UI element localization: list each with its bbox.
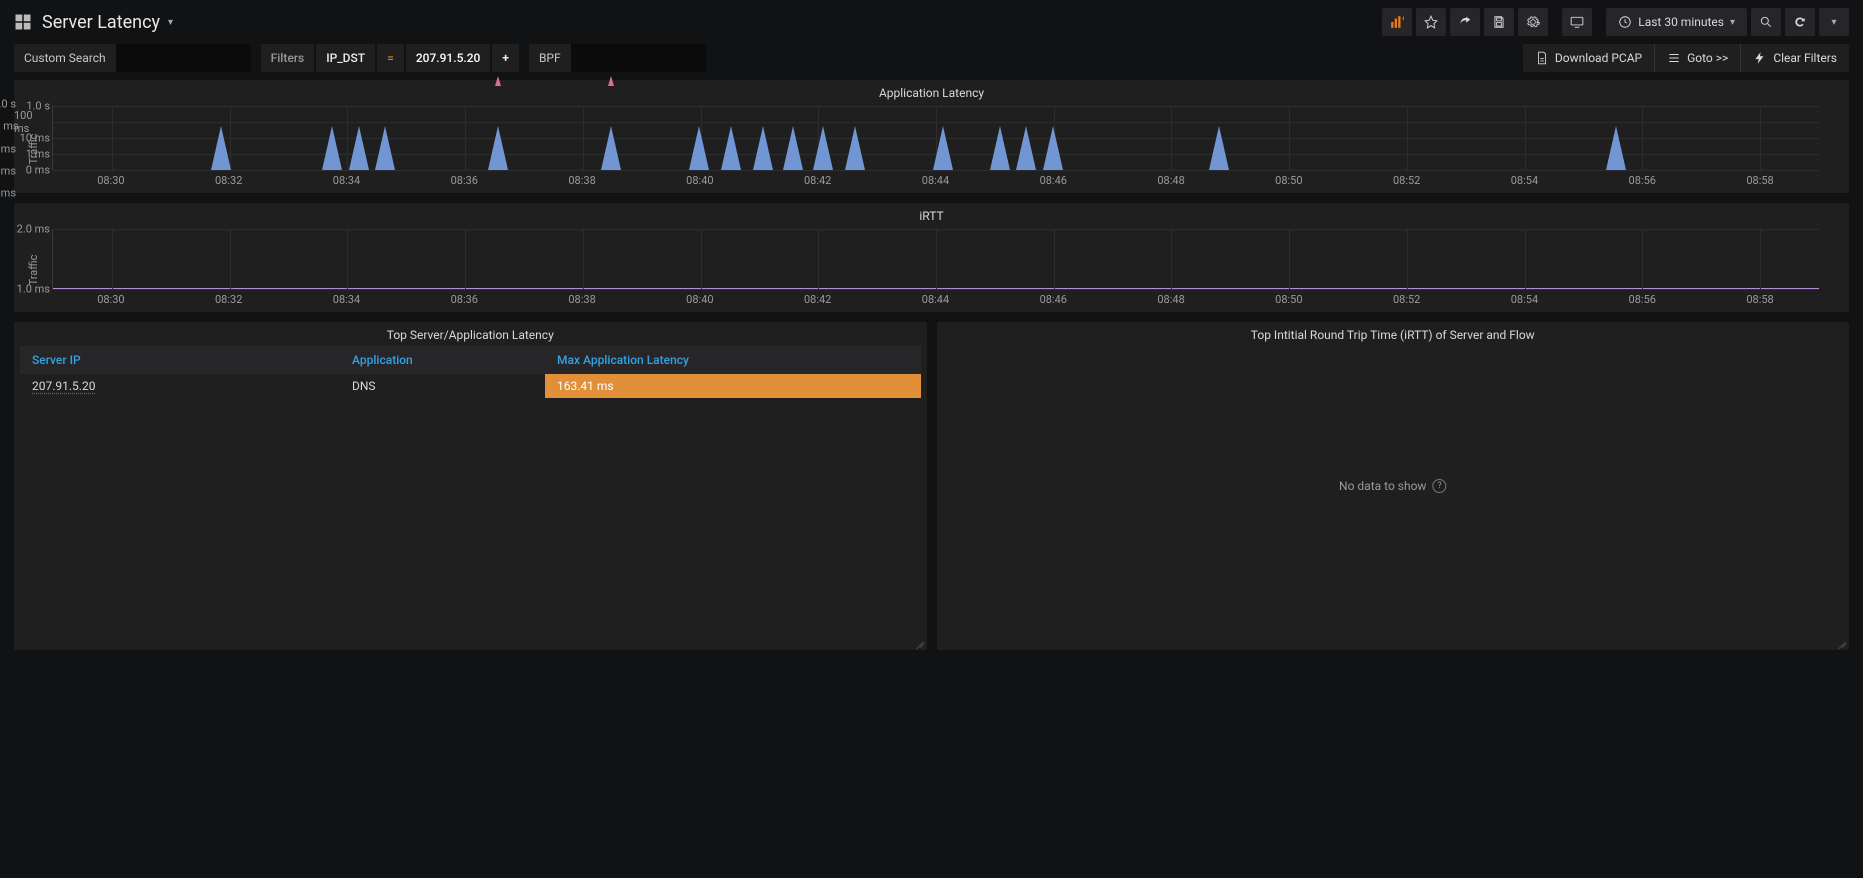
dashboard-title: Server Latency [42, 12, 160, 33]
star-button[interactable] [1416, 8, 1446, 36]
monitor-icon [1570, 15, 1584, 29]
bar-chart-plus-icon: + [1390, 15, 1404, 29]
goto-label: Goto >> [1687, 51, 1728, 65]
filters-label: Filters [261, 44, 315, 72]
filter-actions: Download PCAP Goto >> Clear Filters [1523, 44, 1849, 72]
bottom-panels-row: Top Server/Application Latency Server IP… [14, 322, 1849, 650]
resize-handle[interactable] [1837, 638, 1847, 648]
save-button[interactable] [1484, 8, 1514, 36]
filter-field[interactable]: IP_DST [316, 44, 375, 72]
tv-mode-button[interactable] [1562, 8, 1592, 36]
bpf-label: BPF [529, 51, 571, 65]
filter-add-button[interactable]: + [492, 44, 519, 72]
refresh-button[interactable] [1785, 8, 1815, 36]
bpf-input[interactable] [571, 44, 706, 72]
zoom-out-button[interactable] [1751, 8, 1781, 36]
custom-search-group: Custom Search [14, 44, 251, 72]
plot-area [52, 106, 1819, 170]
download-pcap-button[interactable]: Download PCAP [1523, 44, 1654, 72]
panel-irtt: iRTT Traffic 08:3008:3208:3408:3608:3808… [14, 203, 1849, 312]
download-pcap-label: Download PCAP [1555, 51, 1642, 65]
col-application[interactable]: Application [340, 353, 545, 367]
resize-handle[interactable] [915, 638, 925, 648]
table-header: Server IP Application Max Application La… [20, 346, 921, 374]
chart-app-latency[interactable]: Traffic 08:3008:3208:3408:3608:3808:4008… [14, 104, 1849, 193]
custom-search-input[interactable] [116, 44, 251, 72]
filter-operator[interactable]: = [377, 44, 404, 72]
list-icon [1667, 51, 1681, 65]
header-toolbar: + Last 30 minutes ▾ ▾ [1382, 8, 1849, 36]
panel-title: iRTT [14, 203, 1849, 227]
file-icon [1535, 51, 1549, 65]
time-range-label: Last 30 minutes [1638, 15, 1724, 29]
no-data-message: No data to show ? [1339, 479, 1446, 493]
col-max-latency[interactable]: Max Application Latency [545, 353, 921, 367]
x-axis-ticks: 08:3008:3208:3408:3608:3808:4008:4208:44… [52, 289, 1819, 306]
caret-down-icon: ▾ [1831, 17, 1836, 28]
goto-button[interactable]: Goto >> [1654, 44, 1740, 72]
add-panel-button[interactable]: + [1382, 8, 1412, 36]
cell-application: DNS [340, 374, 545, 398]
share-button[interactable] [1450, 8, 1480, 36]
plot-area [52, 229, 1819, 289]
bpf-group: BPF [529, 44, 706, 72]
refresh-icon [1793, 15, 1807, 29]
chart-irtt[interactable]: Traffic 08:3008:3208:3408:3608:3808:4008… [14, 227, 1849, 312]
share-icon [1458, 15, 1472, 29]
clear-filters-button[interactable]: Clear Filters [1740, 44, 1849, 72]
table-row: 207.91.5.20 DNS 163.41 ms [20, 374, 921, 398]
latency-bar: 163.41 ms [545, 374, 921, 398]
caret-down-icon: ▾ [168, 17, 173, 28]
bolt-icon [1753, 51, 1767, 65]
filter-bar: Custom Search Filters IP_DST = 207.91.5.… [0, 44, 1863, 80]
panel-app-latency: Application Latency Traffic 08:3008:3208… [14, 80, 1849, 193]
panel-title: Top Intitial Round Trip Time (iRTT) of S… [937, 322, 1850, 346]
panel-title: Top Server/Application Latency [14, 322, 927, 346]
refresh-interval-button[interactable]: ▾ [1819, 8, 1849, 36]
custom-search-label: Custom Search [14, 51, 116, 65]
cell-server-ip: 207.91.5.20 [20, 374, 340, 398]
gear-icon [1526, 15, 1540, 29]
dashboard-grid-icon [14, 13, 32, 31]
latency-table: Server IP Application Max Application La… [14, 346, 927, 398]
help-icon[interactable]: ? [1432, 479, 1446, 493]
y-axis-label: Traffic [27, 254, 40, 285]
server-ip-link[interactable]: 207.91.5.20 [32, 379, 95, 393]
dashboard-header: Server Latency ▾ + Last 30 minutes ▾ ▾ [0, 0, 1863, 44]
settings-button[interactable] [1518, 8, 1548, 36]
clock-icon [1618, 15, 1632, 29]
dashboard-title-dropdown[interactable]: Server Latency ▾ [14, 12, 173, 33]
filters-group: Filters IP_DST = 207.91.5.20 + [261, 44, 519, 72]
caret-down-icon: ▾ [1730, 17, 1735, 28]
col-server-ip[interactable]: Server IP [20, 353, 340, 367]
clear-filters-label: Clear Filters [1773, 51, 1837, 65]
cell-latency: 163.41 ms [545, 374, 921, 398]
svg-text:+: + [1402, 15, 1404, 23]
panel-title: Application Latency [14, 80, 1849, 104]
dashboard-content: Application Latency Traffic 08:3008:3208… [0, 80, 1863, 650]
panel-top-server-latency: Top Server/Application Latency Server IP… [14, 322, 927, 650]
filter-value[interactable]: 207.91.5.20 [406, 44, 491, 72]
save-icon [1492, 15, 1506, 29]
panel-top-irtt: Top Intitial Round Trip Time (iRTT) of S… [937, 322, 1850, 650]
x-axis-ticks: 08:3008:3208:3408:3608:3808:4008:4208:44… [52, 170, 1819, 187]
no-data-text: No data to show [1339, 479, 1426, 493]
time-range-button[interactable]: Last 30 minutes ▾ [1606, 8, 1747, 36]
star-icon [1424, 15, 1438, 29]
search-icon [1759, 15, 1773, 29]
